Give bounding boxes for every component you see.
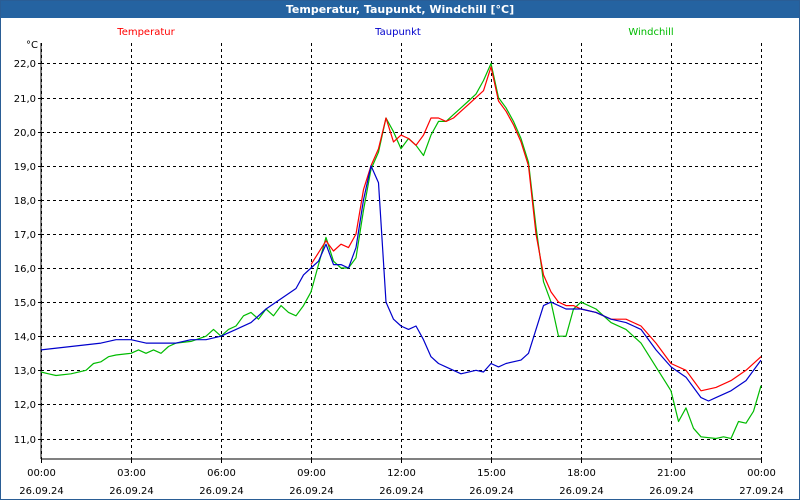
x-tick-time: 00:00 [747, 468, 776, 479]
series-line-windchill [40, 62, 762, 440]
y-tick-label: 20,0 [14, 128, 36, 139]
x-tick-time: 03:00 [117, 468, 146, 479]
axes: °C [26, 40, 762, 463]
y-tick-label: 14,0 [14, 332, 36, 343]
x-tick-date: 26.09.24 [469, 486, 514, 497]
x-tick-labels: 00:00 26.09.24 03:00 26.09.24 06:00 26.09.24 0… [19, 468, 784, 497]
x-tick-time: 18:00 [567, 468, 596, 479]
x-tick-time: 06:00 [207, 468, 236, 479]
chart-window: Temperatur, Taupunkt, Windchill [°C] °C … [0, 0, 800, 500]
x-tick-date: 27.09.24 [739, 486, 784, 497]
y-tick-label: 19,0 [14, 162, 36, 173]
y-tick-label: 12,0 [14, 400, 36, 411]
x-tick-time: 00:00 [27, 468, 56, 479]
series-line-temperatur [310, 66, 762, 392]
grid [41, 43, 762, 459]
x-tick-date: 26.09.24 [559, 486, 604, 497]
series-lines [40, 62, 762, 440]
x-tick-time: 12:00 [387, 468, 416, 479]
y-tick-label: 22,0 [14, 59, 36, 70]
legend-windchill: Windchill [628, 27, 673, 38]
line-chart: °C 11,0 12,0 13,0 14,0 15,0 16,0 17,0 18,0 19,0 2… [14, 27, 784, 497]
y-tick-label: 18,0 [14, 196, 36, 207]
y-axis-label: °C [26, 40, 38, 51]
x-tick-date: 26.09.24 [649, 486, 694, 497]
x-tick-date: 26.09.24 [109, 486, 154, 497]
y-tick-label: 16,0 [14, 264, 36, 275]
legend-temperatur: Temperatur [116, 27, 175, 38]
x-tick-time: 09:00 [297, 468, 326, 479]
y-tick-label: 17,0 [14, 230, 36, 241]
legend-taupunkt: Taupunkt [374, 27, 421, 38]
x-tick-date: 26.09.24 [379, 486, 424, 497]
y-tick-label: 21,0 [14, 94, 36, 105]
y-tick-label: 15,0 [14, 298, 36, 309]
legend: Temperatur Taupunkt Windchill [116, 27, 673, 38]
y-tick-label: 11,0 [14, 435, 36, 446]
x-tick-date: 26.09.24 [199, 486, 244, 497]
x-tick-date: 26.09.24 [289, 486, 334, 497]
x-tick-date: 26.09.24 [19, 486, 64, 497]
x-tick-time: 21:00 [657, 468, 686, 479]
x-tick-time: 15:00 [477, 468, 506, 479]
y-tick-labels: 11,0 12,0 13,0 14,0 15,0 16,0 17,0 18,0 19,0 20,0… [14, 59, 36, 446]
y-tick-label: 13,0 [14, 366, 36, 377]
